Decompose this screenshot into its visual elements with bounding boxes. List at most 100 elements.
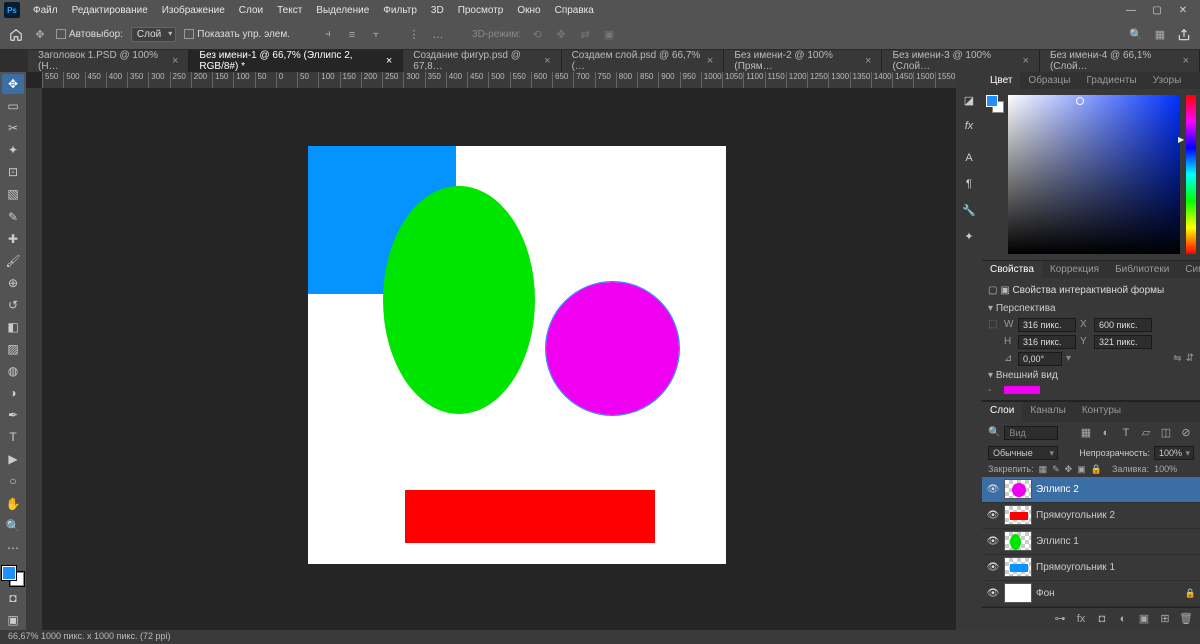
search-icon[interactable]: 🔍: [1128, 27, 1144, 43]
align-left-icon[interactable]: ⫞: [320, 27, 336, 43]
prop-height[interactable]: 316 пикс.: [1018, 335, 1076, 349]
show-controls-checkbox[interactable]: Показать упр. элем.: [184, 29, 290, 40]
character-panel-icon[interactable]: 🔧: [961, 202, 977, 218]
lock-paint-icon[interactable]: ✎: [1052, 464, 1060, 475]
move-tool[interactable]: ✥: [2, 74, 24, 94]
window-minimize[interactable]: —: [1118, 5, 1144, 16]
eyedropper-tool[interactable]: ✎: [2, 206, 24, 226]
menu-text[interactable]: Текст: [270, 2, 309, 19]
visibility-icon[interactable]: 👁: [986, 510, 1000, 521]
tab-adjustments[interactable]: Коррекция: [1042, 261, 1107, 278]
canvas-area[interactable]: 5505004504003503002502001501005005010015…: [26, 72, 956, 630]
home-icon[interactable]: [8, 27, 24, 43]
tab-5[interactable]: Без имени-3 @ 100% (Слой…×: [882, 50, 1040, 72]
delete-layer-icon[interactable]: 🗑: [1178, 611, 1194, 627]
layer-row[interactable]: 👁Прямоугольник 1: [982, 555, 1200, 581]
link-layers-icon[interactable]: ⊶: [1052, 611, 1068, 627]
filter-pixel-icon[interactable]: ▦: [1078, 425, 1094, 441]
layer-row[interactable]: 👁Эллипс 2: [982, 477, 1200, 503]
history-brush-tool[interactable]: ↺: [2, 295, 24, 315]
canvas[interactable]: [308, 146, 726, 564]
layer-row[interactable]: 👁Эллипс 1: [982, 529, 1200, 555]
menu-filter[interactable]: Фильтр: [376, 2, 424, 19]
tab-patterns[interactable]: Узоры: [1145, 72, 1190, 89]
3d-pan-icon[interactable]: ✥: [553, 27, 569, 43]
history-panel-icon[interactable]: ◪: [961, 92, 977, 108]
filter-text-icon[interactable]: T: [1118, 425, 1134, 441]
new-group-icon[interactable]: ▣: [1136, 611, 1152, 627]
visibility-icon[interactable]: 👁: [986, 484, 1000, 495]
tab-paths[interactable]: Контуры: [1074, 402, 1129, 422]
layer-fx-icon[interactable]: fx: [1073, 611, 1089, 627]
eraser-tool[interactable]: ◧: [2, 317, 24, 337]
menu-image[interactable]: Изображение: [155, 2, 232, 19]
blur-tool[interactable]: ◍: [2, 361, 24, 381]
lock-pixels-icon[interactable]: ▦: [1039, 464, 1048, 475]
tab-1[interactable]: Без имени-1 @ 66,7% (Эллипс 2, RGB/8#) *…: [189, 50, 403, 72]
tab-0[interactable]: Заголовок 1.PSD @ 100% (Н…×: [28, 50, 189, 72]
menu-view[interactable]: Просмотр: [451, 2, 511, 19]
prop-x[interactable]: 600 пикс.: [1094, 318, 1152, 332]
autoselect-dropdown[interactable]: Слой: [131, 27, 176, 42]
shape-tool[interactable]: ○: [2, 471, 24, 491]
prop-angle[interactable]: 0,00°: [1018, 352, 1062, 366]
3d-slide-icon[interactable]: ⇄: [577, 27, 593, 43]
close-icon[interactable]: ×: [865, 55, 871, 67]
tab-color[interactable]: Цвет: [982, 72, 1020, 89]
shape-ellipse-2[interactable]: [546, 282, 679, 415]
tab-6[interactable]: Без имени-4 @ 66,1% (Слой…×: [1040, 50, 1200, 72]
shape-rectangle-2[interactable]: [405, 490, 655, 543]
menu-file[interactable]: Файл: [26, 2, 65, 19]
tab-3[interactable]: Создаем слой.psd @ 66,7% (…×: [562, 50, 725, 72]
pen-tool[interactable]: ✒: [2, 405, 24, 425]
lock-icon[interactable]: 🔒: [1185, 588, 1196, 599]
prop-y[interactable]: 321 пикс.: [1094, 335, 1152, 349]
brush-tool[interactable]: 🖌: [2, 251, 24, 271]
tab-2[interactable]: Создание фигур.psd @ 67,8…×: [403, 50, 561, 72]
color-mini-swatches[interactable]: [986, 95, 1004, 113]
layer-row[interactable]: 👁Фон🔒: [982, 581, 1200, 607]
close-icon[interactable]: ×: [1023, 55, 1029, 67]
color-field[interactable]: [1008, 95, 1180, 254]
tab-layers[interactable]: Слои: [982, 402, 1022, 422]
filter-smart-icon[interactable]: ◫: [1158, 425, 1174, 441]
filter-shape-icon[interactable]: ▱: [1138, 425, 1154, 441]
gradient-tool[interactable]: ▨: [2, 339, 24, 359]
menu-3d[interactable]: 3D: [424, 2, 451, 19]
layer-mask-icon[interactable]: ◘: [1094, 611, 1110, 627]
lock-position-icon[interactable]: ✥: [1065, 464, 1073, 475]
share-icon[interactable]: [1176, 27, 1192, 43]
color-picker[interactable]: [982, 89, 1200, 260]
new-adjustment-icon[interactable]: ◐: [1115, 611, 1131, 627]
path-select-tool[interactable]: ▶: [2, 449, 24, 469]
new-layer-icon[interactable]: ⊞: [1157, 611, 1173, 627]
visibility-icon[interactable]: 👁: [986, 588, 1000, 599]
frame-tool[interactable]: ▧: [2, 184, 24, 204]
lasso-tool[interactable]: ✂: [2, 118, 24, 138]
flip-h-icon[interactable]: ⇋: [1173, 353, 1181, 364]
screenmode-tool[interactable]: ▣: [2, 610, 24, 630]
fill-input[interactable]: 100%: [1154, 464, 1194, 474]
tab-4[interactable]: Без имени-2 @ 100% (Прям…×: [724, 50, 882, 72]
zoom-tool[interactable]: 🔍: [2, 516, 24, 536]
tab-properties[interactable]: Свойства: [982, 261, 1042, 278]
layer-search-icon[interactable]: 🔍: [988, 427, 1000, 438]
tab-character[interactable]: Символ: [1177, 261, 1200, 278]
3d-orbit-icon[interactable]: ⟲: [529, 27, 545, 43]
close-icon[interactable]: ×: [707, 55, 713, 67]
heal-tool[interactable]: ✚: [2, 229, 24, 249]
align-right-icon[interactable]: ⫟: [368, 27, 384, 43]
tab-libraries[interactable]: Библиотеки: [1107, 261, 1177, 278]
close-icon[interactable]: ×: [172, 55, 178, 67]
close-icon[interactable]: ×: [1183, 55, 1189, 67]
window-close[interactable]: ✕: [1170, 5, 1196, 16]
tab-channels[interactable]: Каналы: [1022, 402, 1074, 422]
more-align-icon[interactable]: …: [430, 27, 446, 43]
menu-layers[interactable]: Слои: [232, 2, 270, 19]
filter-adjust-icon[interactable]: ◐: [1098, 425, 1114, 441]
workspace-icon[interactable]: ▦: [1152, 27, 1168, 43]
distribute-icon[interactable]: ⋮: [406, 27, 422, 43]
quickmask-tool[interactable]: ◘: [2, 588, 24, 608]
glyphs-panel-icon[interactable]: A: [961, 150, 977, 166]
hue-slider[interactable]: [1186, 95, 1196, 254]
